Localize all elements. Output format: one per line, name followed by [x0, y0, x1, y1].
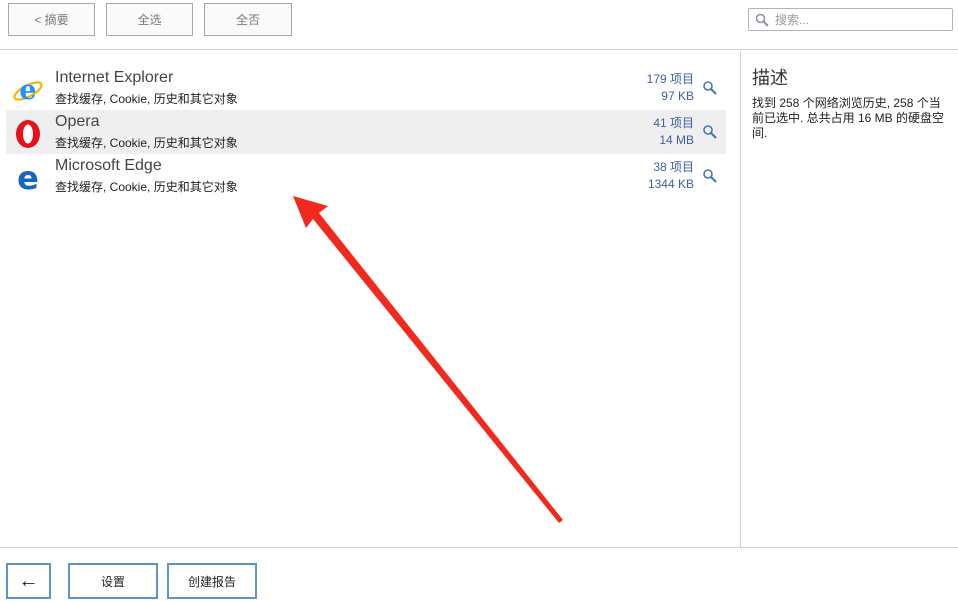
svg-text:e: e: [17, 162, 39, 194]
search-icon: [753, 11, 771, 29]
magnifier-icon[interactable]: [702, 80, 720, 98]
internet-explorer-icon: e: [12, 74, 44, 106]
browser-name: Opera: [55, 113, 100, 130]
select-none-button[interactable]: 全否: [204, 3, 292, 36]
browser-row-opera[interactable]: Opera 查找缓存, Cookie, 历史和其它对象 41 项目 14 MB: [6, 110, 726, 154]
browser-size: 14 MB: [659, 133, 694, 147]
browser-size: 1344 KB: [647, 177, 694, 191]
magnifier-icon[interactable]: [702, 168, 720, 186]
browser-list: e Internet Explorer 查找缓存, Cookie, 历史和其它对…: [0, 51, 740, 547]
back-button[interactable]: ←: [6, 563, 51, 599]
search-box[interactable]: [748, 8, 953, 31]
browser-item-count: 179 项目: [646, 72, 694, 86]
arrow-left-icon: ←: [18, 569, 39, 592]
description-panel: 描述 找到 258 个网络浏览历史, 258 个当前已选中. 总共占用 16 M…: [740, 51, 958, 547]
top-toolbar: < 摘要 全选 全否: [0, 0, 958, 50]
browser-item-count: 38 项目: [653, 160, 694, 174]
svg-text:e: e: [19, 75, 36, 106]
browser-row-internet-explorer[interactable]: e Internet Explorer 查找缓存, Cookie, 历史和其它对…: [6, 66, 726, 110]
browser-description: 查找缓存, Cookie, 历史和其它对象: [55, 92, 238, 106]
settings-button[interactable]: 设置: [68, 563, 158, 599]
browser-item-count: 41 项目: [653, 116, 694, 130]
create-report-button[interactable]: 创建报告: [167, 563, 257, 599]
panel-description: 找到 258 个网络浏览历史, 258 个当前已选中. 总共占用 16 MB 的…: [752, 96, 945, 140]
browser-description: 查找缓存, Cookie, 历史和其它对象: [55, 136, 238, 150]
browser-size: 97 KB: [661, 89, 694, 103]
back-to-summary-button[interactable]: < 摘要: [8, 3, 95, 36]
search-input[interactable]: [775, 12, 945, 27]
panel-title: 描述: [752, 68, 788, 88]
magnifier-icon[interactable]: [702, 124, 720, 142]
browser-description: 查找缓存, Cookie, 历史和其它对象: [55, 180, 238, 194]
opera-icon: [12, 118, 44, 150]
browser-name: Internet Explorer: [55, 69, 174, 86]
select-all-button[interactable]: 全选: [106, 3, 193, 36]
bottom-bar: ← 设置 创建报告: [0, 547, 958, 601]
browser-row-microsoft-edge[interactable]: e Microsoft Edge 查找缓存, Cookie, 历史和其它对象 3…: [6, 154, 726, 198]
edge-icon: e: [12, 159, 44, 197]
browser-name: Microsoft Edge: [55, 157, 162, 174]
